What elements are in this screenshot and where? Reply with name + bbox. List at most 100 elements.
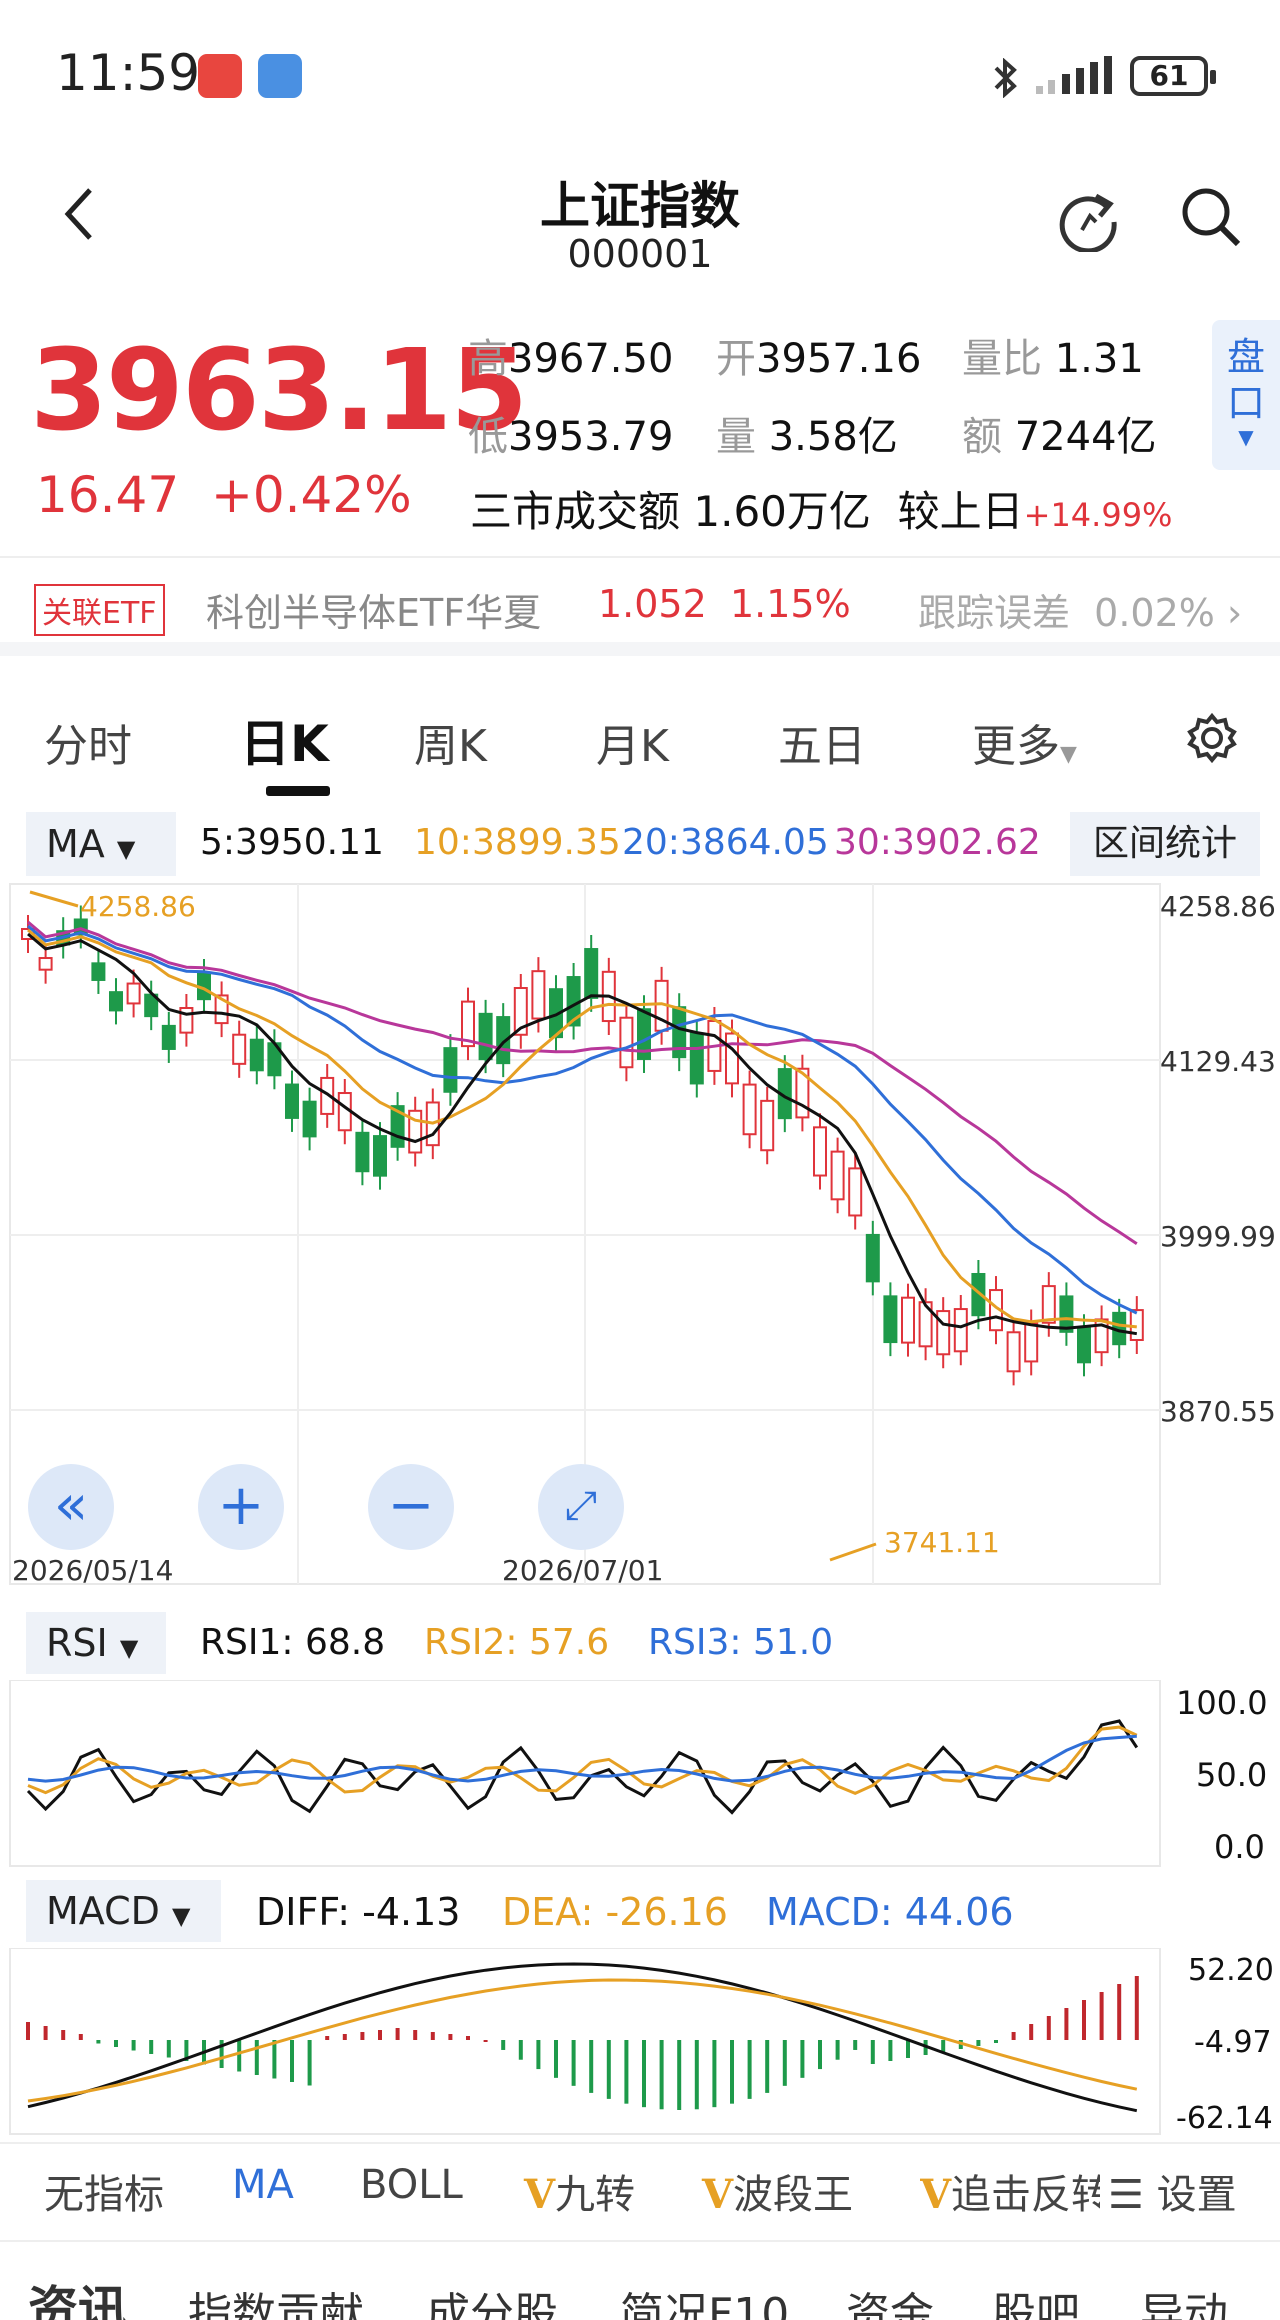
rsi-select[interactable]: RSI ▼: [26, 1612, 166, 1674]
clock: 11:59: [56, 44, 201, 102]
fullscreen-button[interactable]: ⤢: [538, 1464, 624, 1550]
macd-bar: [800, 2040, 805, 2078]
macd-bar: [61, 2030, 66, 2040]
candle: [901, 1296, 915, 1344]
chevron-down-icon: ▼: [1060, 742, 1077, 767]
scroll-left-button[interactable]: «: [28, 1464, 114, 1550]
v-badge-icon: V: [702, 2171, 734, 2218]
ind-boduanwang[interactable]: V波段王: [702, 2162, 853, 2220]
zoom-out-button[interactable]: −: [368, 1464, 454, 1550]
macd-bar: [237, 2040, 242, 2072]
macd-bar: [606, 2040, 611, 2099]
macd-select[interactable]: MACD ▼: [26, 1880, 221, 1942]
tracking-error-text: 跟踪误差 0.02%: [918, 591, 1215, 635]
pankou-button[interactable]: 盘口 ▼: [1212, 320, 1280, 470]
low-marker-line: [829, 1542, 877, 1562]
macd-bar: [166, 2040, 171, 2058]
tab-alerts[interactable]: 异动: [1140, 2278, 1228, 2320]
change-value: 16.47: [36, 466, 180, 524]
v-badge-icon: V: [920, 2171, 952, 2218]
stat-vol-ratio: 量比 1.31: [962, 326, 1144, 384]
macd-bar: [571, 2040, 576, 2086]
chevron-down-icon: ▼: [119, 1634, 139, 1662]
ma5-line: [27, 932, 1138, 1336]
high-marker-line: [29, 890, 79, 908]
tab-forum[interactable]: 股吧: [992, 2278, 1080, 2320]
tab-daily-k[interactable]: 日K: [240, 704, 329, 776]
ind-jiuzhuan[interactable]: V九转: [524, 2162, 635, 2220]
tracking-error: 跟踪误差 0.02% ›: [918, 582, 1242, 637]
macd-bar: [624, 2040, 629, 2104]
settings-gear-icon[interactable]: [1186, 712, 1238, 764]
kline-chart[interactable]: 4258.86 3741.11 4258.86 4129.43 3999.99 …: [0, 880, 1280, 1600]
tab-news[interactable]: 资讯: [28, 2270, 128, 2320]
macd-bar: [835, 2040, 840, 2060]
x-date-label: 2026/05/14: [12, 1554, 173, 1587]
candle: [478, 1012, 493, 1061]
tab-intraday[interactable]: 分时: [44, 710, 132, 774]
macd-bar: [325, 2036, 330, 2040]
ma20-value: 20:3864.05: [622, 822, 829, 863]
v-badge-icon: V: [524, 2171, 556, 2218]
ind-label: 九转: [555, 2172, 636, 2218]
tab-constituents[interactable]: 成分股: [426, 2278, 558, 2320]
macd-bar: [659, 2040, 664, 2110]
macd-bar: [1134, 1976, 1139, 2040]
high-marker-label: 4258.86: [80, 890, 196, 923]
macd-bar: [1046, 2016, 1051, 2040]
macd-bar: [765, 2040, 770, 2093]
range-stats-button[interactable]: 区间统计: [1070, 812, 1260, 876]
tab-f10[interactable]: 简况F10: [620, 2278, 789, 2320]
macd-chart: 52.20 -4.97 -62.14: [9, 1948, 1274, 2136]
zoom-in-button[interactable]: +: [198, 1464, 284, 1550]
macd-bar: [694, 2040, 699, 2110]
candle: [373, 1135, 387, 1177]
tab-monthly-k[interactable]: 月K: [596, 710, 669, 774]
x-date-label: 2026/07/01: [502, 1554, 663, 1587]
tab-more[interactable]: 更多▼: [972, 710, 1077, 774]
tab-weekly-k[interactable]: 周K: [414, 710, 487, 774]
macd-bar: [96, 2040, 101, 2044]
stat-label: 量: [716, 414, 756, 460]
candle: [619, 1016, 634, 1069]
chevron-down-icon: ▼: [172, 1902, 191, 1930]
tab-funds[interactable]: 资金: [846, 2278, 934, 2320]
refresh-icon[interactable]: [1056, 188, 1120, 252]
ind-settings[interactable]: ☰ 设置: [1108, 2162, 1237, 2220]
ind-ma[interactable]: MA: [232, 2162, 294, 2208]
macd-bar: [1099, 1992, 1104, 2040]
candle: [443, 1047, 458, 1093]
tab-five-day[interactable]: 五日: [778, 710, 866, 774]
macd-bar: [518, 2040, 523, 2060]
ind-boll[interactable]: BOLL: [360, 2162, 463, 2208]
double-chevron-left-icon: «: [53, 1473, 89, 1538]
candle: [883, 1295, 898, 1344]
macd-histogram: [26, 1976, 1139, 2110]
calendar-app-icon: [258, 54, 302, 98]
stat-value: 3953.79: [508, 414, 674, 460]
bluetooth-icon: [994, 58, 1017, 98]
ind-none[interactable]: 无指标: [44, 2162, 164, 2220]
candle: [232, 1033, 247, 1065]
ma-select[interactable]: MA ▼: [26, 812, 176, 876]
macd-bar: [976, 2040, 981, 2046]
price-change: 16.47 +0.42%: [36, 466, 412, 524]
candle: [355, 1131, 370, 1173]
macd-bar: [941, 2040, 946, 2052]
macd-select-label: MACD: [46, 1889, 160, 1933]
stat-label: 量比: [962, 336, 1042, 382]
current-price: 3963.15: [30, 326, 528, 456]
diff-line: [27, 1962, 1138, 2113]
ind-zhuiji[interactable]: V追击反转: [920, 2162, 1100, 2220]
tab-index-contribution[interactable]: 指数贡献: [188, 2278, 364, 2320]
candle: [813, 1126, 827, 1177]
vs-prev-value: +14.99%: [1023, 496, 1173, 534]
candle: [302, 1100, 317, 1138]
candle: [848, 1167, 863, 1217]
macd-bar: [114, 2040, 118, 2047]
search-icon[interactable]: [1180, 186, 1242, 248]
ma-select-label: MA: [46, 822, 105, 866]
macd-bar: [378, 2030, 382, 2040]
y-tick-label: 3999.99: [1160, 1220, 1276, 1253]
rsi2-value: RSI2: 57.6: [424, 1622, 610, 1663]
